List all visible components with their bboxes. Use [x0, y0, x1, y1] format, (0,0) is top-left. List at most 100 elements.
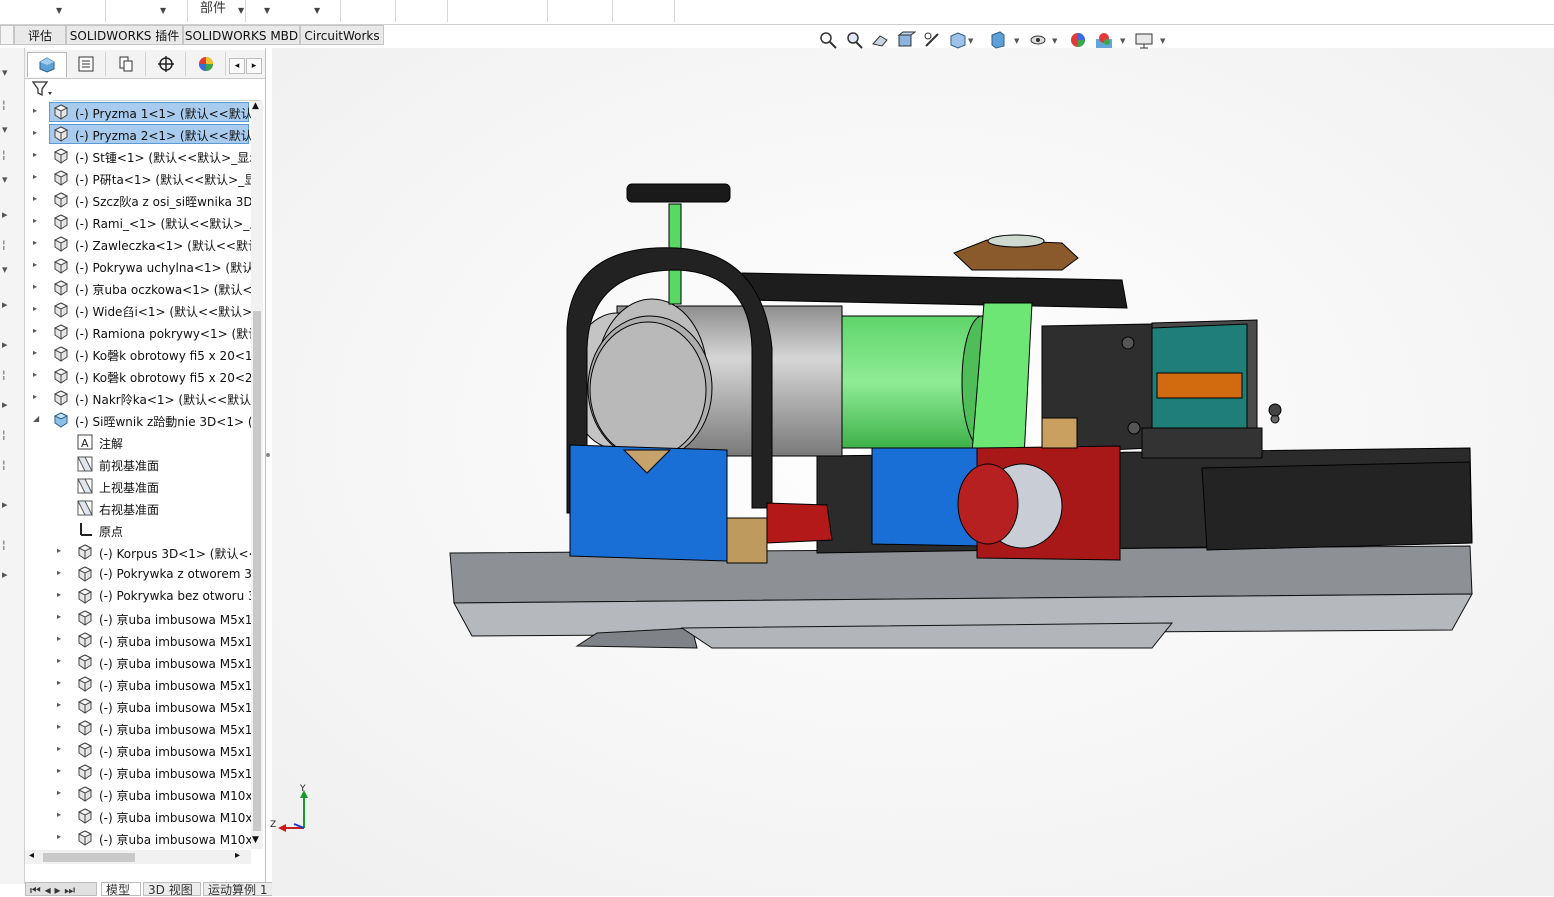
tree-item[interactable]: ▸ (-) Nakr阾ka<1> (默认<<默认>	[25, 387, 251, 409]
tab-solidworks-addins[interactable]: SOLIDWORKS 插件	[66, 25, 183, 45]
tree-item[interactable]: ▸ (-) Szcz阦a z osi_si晊wnika 3D	[25, 189, 251, 211]
tree-item[interactable]: ▸ (-) 亰uba imbusowa M5x1	[25, 695, 251, 717]
expand-arrow-icon[interactable]: ▸	[57, 766, 61, 775]
collapse-arrow-icon[interactable]: ◢	[33, 414, 39, 423]
tab-circuitworks[interactable]: CircuitWorks	[300, 25, 384, 45]
tree-item[interactable]: ▸ (-) 亰uba imbusowa M5x1	[25, 761, 251, 783]
panel-splitter-handle[interactable]	[265, 440, 271, 470]
tree-item[interactable]: ▸ (-) Ko磬k obrotowy fi5 x 20<2	[25, 365, 251, 387]
apply-scene-icon[interactable]	[1094, 30, 1114, 50]
dropdown-arrow-icon[interactable]: ▼	[1052, 37, 1057, 45]
tab-evaluate[interactable]: 评估	[14, 25, 66, 45]
ribbon-group[interactable]	[547, 0, 613, 22]
dropdown-arrow-icon[interactable]: ▼	[1014, 37, 1019, 45]
tree-item[interactable]: ▸ (-) Wide臽i<1> (默认<<默认>_	[25, 299, 251, 321]
edit-appearance-icon[interactable]	[1068, 30, 1088, 50]
dropdown-arrow-icon[interactable]: ▼	[56, 6, 62, 15]
tree-item[interactable]: ▸ (-) Pryzma 1<1> (默认<<默认>	[25, 101, 251, 123]
tree-item[interactable]: ▸ (-) Korpus 3D<1> (默认<<	[25, 541, 251, 563]
expand-arrow-icon[interactable]: ▸	[33, 260, 37, 269]
ribbon-group[interactable]	[447, 0, 548, 22]
dropdown-arrow-icon[interactable]: ▼	[314, 6, 320, 15]
zoom-to-area-icon[interactable]	[844, 30, 864, 50]
tree-item[interactable]: ▸ (-) 亰uba imbusowa M5x1	[25, 673, 251, 695]
tree-item[interactable]: ▸ (-) Pokrywka bez otworu 3	[25, 585, 251, 607]
expand-arrow-icon[interactable]: ▸	[57, 700, 61, 709]
tree-item[interactable]: ▸ (-) P硏ta<1> (默认<<默认>_显	[25, 167, 251, 189]
tree-vertical-scrollbar[interactable]: ▲ ▼	[251, 101, 263, 849]
scroll-up-icon[interactable]: ▲	[252, 101, 259, 111]
view-orientation-icon[interactable]	[948, 30, 968, 50]
ribbon-group[interactable]	[0, 0, 106, 22]
dynamic-annotation-icon[interactable]	[922, 30, 942, 50]
tree-item[interactable]: ▸ (-) Pryzma 2<1> (默认<<默认>	[25, 123, 251, 145]
hide-show-items-icon[interactable]	[1028, 30, 1048, 50]
tree-item[interactable]: ▸ (-) Ko磬k obrotowy fi5 x 20<1	[25, 343, 251, 365]
expand-arrow-icon[interactable]: ▸	[33, 194, 37, 203]
expand-arrow-icon[interactable]: ▸	[33, 282, 37, 291]
dropdown-arrow-icon[interactable]: ▼	[264, 6, 270, 15]
expand-arrow-icon[interactable]: ▸	[33, 326, 37, 335]
dimxpert-manager-tab[interactable]	[147, 52, 186, 76]
section-view-icon[interactable]	[896, 30, 917, 50]
tab-3d-view[interactable]: 3D 视图	[143, 882, 201, 897]
expand-arrow-icon[interactable]: ▸	[33, 392, 37, 401]
tree-item[interactable]: ▸ (-) Ramiona pokrywy<1> (默认	[25, 321, 251, 343]
tree-item[interactable]: ▸ (-) 亰uba imbusowa M5x1	[25, 739, 251, 761]
expand-arrow-icon[interactable]: ▸	[57, 546, 61, 555]
expand-arrow-icon[interactable]: ▸	[57, 744, 61, 753]
scroll-down-icon[interactable]: ▼	[252, 835, 259, 845]
tree-item[interactable]: ▸ (-) Rami_<1> (默认<<默认>_显	[25, 211, 251, 233]
expand-arrow-icon[interactable]: ▸	[57, 678, 61, 687]
configuration-manager-tab[interactable]	[107, 52, 146, 76]
dropdown-arrow-icon[interactable]: ▼	[1120, 37, 1125, 45]
tab-scroll-right-button[interactable]: ▸	[246, 58, 262, 74]
dropdown-arrow-icon[interactable]: ▼	[160, 6, 166, 15]
tree-item[interactable]: ▸ (-) Pokrywka z otworem 3	[25, 563, 251, 585]
tree-item[interactable]: A 注解	[25, 431, 251, 453]
ribbon-group[interactable]	[395, 0, 448, 22]
tree-item[interactable]: ▸ (-) 亰uba imbusowa M10x	[25, 827, 251, 849]
expand-arrow-icon[interactable]: ▸	[57, 722, 61, 731]
expand-arrow-icon[interactable]: ▸	[57, 810, 61, 819]
tree-item[interactable]: ▸ (-) 亰uba oczkowa<1> (默认<<	[25, 277, 251, 299]
expand-arrow-icon[interactable]: ▸	[33, 370, 37, 379]
tree-item[interactable]: ▸ (-) St锺<1> (默认<<默认>_显示	[25, 145, 251, 167]
dropdown-arrow-icon[interactable]: ▼	[1160, 37, 1165, 45]
expand-arrow-icon[interactable]: ▸	[57, 612, 61, 621]
expand-arrow-icon[interactable]: ▸	[33, 348, 37, 357]
tab-nav-arrows[interactable]: ⏮ ◂ ▸ ⏭	[25, 882, 97, 897]
tree-horizontal-scrollbar[interactable]: ◂ ▸	[25, 850, 251, 864]
property-manager-tab[interactable]	[67, 52, 106, 76]
view-settings-icon[interactable]	[1134, 30, 1154, 50]
tree-item[interactable]: ▸ (-) 亰uba imbusowa M5x1	[25, 629, 251, 651]
ribbon-group[interactable]	[612, 0, 675, 22]
filter-icon[interactable]	[31, 80, 53, 101]
expand-arrow-icon[interactable]: ▸	[57, 832, 61, 841]
expand-arrow-icon[interactable]: ▸	[33, 238, 37, 247]
expand-arrow-icon[interactable]: ▸	[57, 788, 61, 797]
expand-arrow-icon[interactable]: ▸	[33, 128, 37, 137]
scroll-left-icon[interactable]: ◂	[29, 850, 34, 861]
tab-scroll-left-button[interactable]: ◂	[229, 58, 245, 74]
tree-item[interactable]: 前视基准面	[25, 453, 251, 475]
zoom-to-fit-icon[interactable]	[818, 30, 838, 50]
tree-item[interactable]: ▸ (-) 亰uba imbusowa M5x1	[25, 651, 251, 673]
tree-horizontal-scroll-thumb[interactable]	[43, 853, 135, 862]
tab-motion-study[interactable]: 运动算例 1	[203, 882, 275, 897]
tab-model[interactable]: 模型	[101, 882, 141, 897]
tree-item[interactable]: ▸ (-) Pokrywa uchylna<1> (默认<	[25, 255, 251, 277]
tab-solidworks-mbd[interactable]: SOLIDWORKS MBD	[183, 25, 300, 45]
tree-item[interactable]: ◢ (-) Si晊wnik z跲動nie 3D<1> (默	[25, 409, 251, 431]
expand-arrow-icon[interactable]: ▸	[33, 216, 37, 225]
scroll-right-icon[interactable]: ▸	[235, 850, 240, 861]
tree-item[interactable]: ▸ (-) Zawleczka<1> (默认<<默认	[25, 233, 251, 255]
ribbon-group[interactable]	[105, 0, 188, 22]
expand-arrow-icon[interactable]: ▸	[57, 590, 61, 599]
expand-arrow-icon[interactable]: ▸	[33, 172, 37, 181]
tree-vertical-scroll-thumb[interactable]	[253, 311, 261, 831]
feature-tree-tab[interactable]	[27, 52, 67, 77]
previous-view-icon[interactable]	[870, 30, 890, 50]
tree-item[interactable]: 上视基准面	[25, 475, 251, 497]
expand-arrow-icon[interactable]: ▸	[57, 634, 61, 643]
